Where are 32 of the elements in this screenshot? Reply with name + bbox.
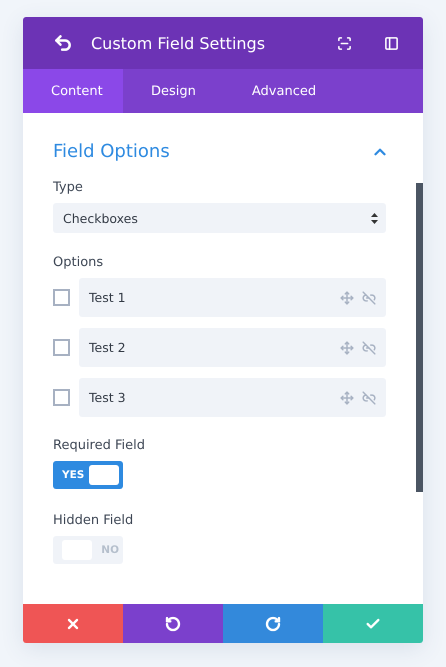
section-title: Field Options: [53, 141, 170, 162]
field-label: Hidden Field: [53, 513, 134, 528]
tab[interactable]: Content: [23, 69, 123, 113]
select-arrows-icon: [371, 212, 378, 224]
sidebar-icon[interactable]: [384, 36, 399, 50]
option-label: Test 3: [89, 390, 127, 405]
unlink-icon[interactable]: [362, 290, 376, 304]
field-label: Options: [53, 255, 104, 270]
unlink-icon[interactable]: [362, 390, 376, 404]
type-select[interactable]: Checkboxes: [53, 203, 386, 233]
option-label: Test 2: [89, 340, 127, 355]
fullscreen-icon[interactable]: [337, 36, 352, 50]
move-icon[interactable]: [340, 390, 354, 404]
checkbox[interactable]: [53, 289, 70, 306]
field-label: Required Field: [53, 438, 146, 453]
checkbox[interactable]: [53, 389, 70, 406]
scrollbar[interactable]: [416, 183, 423, 492]
checkbox[interactable]: [53, 339, 70, 356]
move-icon[interactable]: [340, 340, 354, 354]
panel-title: Custom Field Settings: [91, 34, 266, 52]
redo-icon: [265, 616, 281, 632]
tab[interactable]: Advanced: [224, 69, 344, 113]
toggle-switch[interactable]: YES: [53, 461, 123, 489]
tab[interactable]: Design: [123, 69, 224, 113]
undo-button[interactable]: [123, 604, 223, 643]
option-label: Test 1: [89, 290, 127, 305]
undo-icon: [165, 616, 181, 632]
field-label: Type: [53, 180, 84, 195]
unlink-icon[interactable]: [362, 340, 376, 354]
move-icon[interactable]: [340, 290, 354, 304]
redo-button[interactable]: [223, 604, 323, 643]
back-icon[interactable]: [53, 33, 73, 53]
